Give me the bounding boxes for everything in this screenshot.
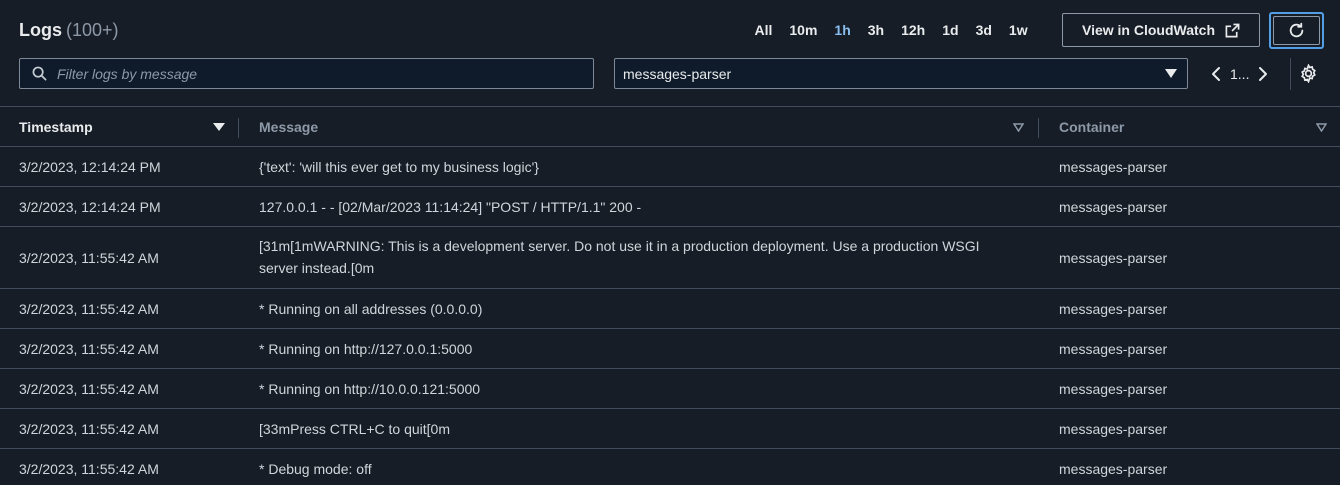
sort-icon[interactable]	[1013, 123, 1024, 132]
time-range-option[interactable]: 3d	[967, 22, 1000, 38]
pagination: 1...	[1210, 58, 1291, 90]
view-in-cloudwatch-button[interactable]: View in CloudWatch	[1062, 13, 1260, 47]
cell-message: * Running on http://10.0.0.121:5000	[259, 381, 481, 397]
cell-message: [33mPress CTRL+C to quit[0m	[259, 421, 451, 437]
cell-timestamp: 3/2/2023, 11:55:42 AM	[19, 420, 159, 437]
search-icon	[32, 66, 47, 81]
cell-container: messages-parser	[1059, 198, 1168, 215]
container-select[interactable]: messages-parser	[614, 58, 1188, 89]
pager-divider	[1290, 58, 1291, 90]
cell-message: 127.0.0.1 - - [02/Mar/2023 11:14:24] "PO…	[259, 199, 642, 215]
time-range-option[interactable]: 10m	[781, 22, 826, 38]
cloudwatch-label: View in CloudWatch	[1081, 22, 1215, 38]
logs-header: Logs (100+) All 10m 1h 3h 12h 1d 3d 1w View in C…	[0, 0, 1340, 106]
time-range-option[interactable]: 12h	[893, 22, 934, 38]
refresh-icon	[1289, 22, 1304, 38]
refresh-button-inner	[1273, 16, 1320, 45]
column-divider[interactable]	[1038, 118, 1039, 138]
time-range-option[interactable]: 1h	[826, 22, 859, 38]
chevron-left-icon[interactable]	[1210, 66, 1222, 82]
cell-message: * Debug mode: off	[259, 461, 372, 477]
table-body: 3/2/2023, 12:14:24 PM {'text': 'will this…	[0, 147, 1340, 485]
cell-message: * Running on http://127.0.0.1:5000	[259, 341, 473, 357]
table-row[interactable]: 3/2/2023, 12:14:24 PM 127.0.0.1 - - [02/M…	[0, 187, 1340, 227]
external-link-icon	[1225, 23, 1240, 37]
table-row[interactable]: 3/2/2023, 11:55:42 AM [31m[1mWARNING: Thi…	[0, 227, 1340, 289]
cell-timestamp: 3/2/2023, 11:55:42 AM	[19, 340, 159, 357]
cell-message: [31m[1mWARNING: This is a development se…	[259, 238, 980, 276]
time-range-option[interactable]: 1d	[934, 22, 967, 38]
cell-timestamp: 3/2/2023, 11:55:42 AM	[19, 249, 159, 266]
cell-timestamp: 3/2/2023, 12:14:24 PM	[19, 158, 161, 175]
cell-container: messages-parser	[1059, 460, 1168, 477]
time-range-selector: All 10m 1h 3h 12h 1d 3d 1w	[746, 14, 1036, 46]
refresh-button[interactable]	[1269, 12, 1324, 49]
page-title: Logs (100+)	[19, 20, 119, 41]
cell-container: messages-parser	[1059, 158, 1168, 175]
cell-timestamp: 3/2/2023, 11:55:42 AM	[19, 460, 159, 477]
cell-container: messages-parser	[1059, 300, 1168, 317]
table-header: Timestamp Message Container	[0, 107, 1340, 147]
sort-icon[interactable]	[1316, 123, 1327, 132]
page-number[interactable]: 1...	[1230, 66, 1249, 82]
cell-message: {'text': 'will this ever get to my busin…	[259, 159, 539, 175]
column-header-timestamp[interactable]: Timestamp	[19, 119, 93, 135]
log-count: (100+)	[66, 20, 119, 40]
container-select-value: messages-parser	[623, 65, 732, 82]
search-input[interactable]	[57, 65, 577, 82]
table-row[interactable]: 3/2/2023, 11:55:42 AM * Running on http:/…	[0, 329, 1340, 369]
chevron-right-icon[interactable]	[1257, 66, 1269, 82]
sort-descending-icon[interactable]	[213, 123, 225, 131]
cell-container: messages-parser	[1059, 380, 1168, 397]
time-range-option[interactable]: 3h	[859, 22, 892, 38]
filter-search-box	[19, 58, 594, 89]
table-row[interactable]: 3/2/2023, 11:55:42 AM * Running on all ad…	[0, 289, 1340, 329]
cell-message: * Running on all addresses (0.0.0.0)	[259, 301, 483, 317]
caret-down-icon	[1165, 69, 1177, 78]
column-header-container[interactable]: Container	[1059, 119, 1124, 135]
cell-timestamp: 3/2/2023, 12:14:24 PM	[19, 198, 161, 215]
time-range-option[interactable]: 1w	[1000, 22, 1036, 38]
table-row[interactable]: 3/2/2023, 11:55:42 AM * Debug mode: off me…	[0, 449, 1340, 485]
cell-container: messages-parser	[1059, 420, 1168, 437]
cell-container: messages-parser	[1059, 249, 1168, 266]
cell-timestamp: 3/2/2023, 11:55:42 AM	[19, 300, 159, 317]
table-row[interactable]: 3/2/2023, 11:55:42 AM * Running on http:/…	[0, 369, 1340, 409]
logs-table: Timestamp Message Container 3/2/2023, 12…	[0, 106, 1340, 485]
cell-timestamp: 3/2/2023, 11:55:42 AM	[19, 380, 159, 397]
column-header-message[interactable]: Message	[259, 119, 318, 135]
table-row[interactable]: 3/2/2023, 12:14:24 PM {'text': 'will this…	[0, 147, 1340, 187]
column-divider[interactable]	[238, 118, 239, 138]
cell-container: messages-parser	[1059, 340, 1168, 357]
table-row[interactable]: 3/2/2023, 11:55:42 AM [33mPress CTRL+C to…	[0, 409, 1340, 449]
time-range-option[interactable]: All	[746, 22, 781, 38]
gear-icon[interactable]	[1299, 64, 1318, 83]
title-text: Logs	[19, 20, 62, 40]
